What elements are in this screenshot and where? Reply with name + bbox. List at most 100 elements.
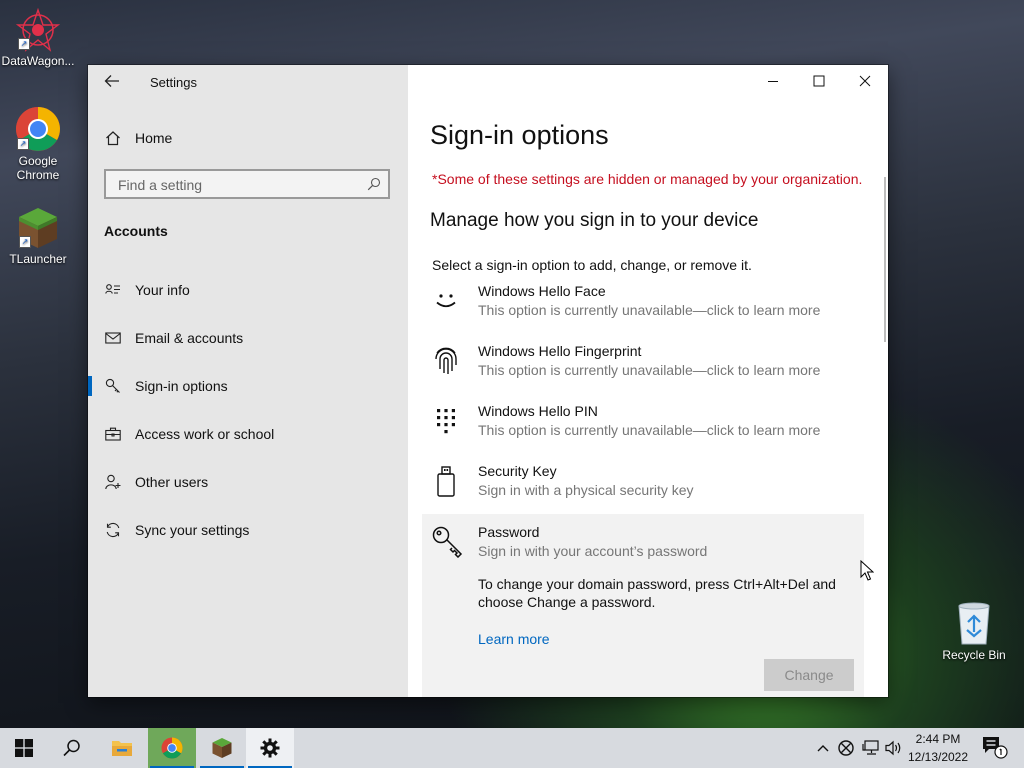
sidebar: Settings Home Accounts Your info Email	[88, 65, 408, 697]
sidebar-item-email-accounts[interactable]: Email & accounts	[88, 318, 408, 358]
signin-option-security-key[interactable]: Security Key Sign in with a physical sec…	[422, 459, 864, 517]
taskbar: 2:44 PM 12/13/2022	[0, 728, 1024, 768]
close-icon	[859, 75, 871, 87]
fingerprint-icon	[432, 345, 460, 377]
sync-icon	[105, 522, 121, 538]
shortcut-arrow-icon: ↗	[17, 138, 29, 150]
maximize-icon	[813, 75, 825, 87]
option-title: Windows Hello PIN	[478, 403, 598, 419]
signin-option-fingerprint[interactable]: Windows Hello Fingerprint This option is…	[422, 339, 864, 397]
page-title: Sign-in options	[430, 120, 609, 150]
sidebar-item-label: Your info	[135, 282, 190, 298]
volume-icon	[885, 740, 901, 756]
gear-icon	[260, 738, 280, 758]
desktop-icon-google-chrome[interactable]: ↗ Google Chrome	[0, 106, 76, 182]
search-icon	[367, 177, 381, 191]
desktop-icon-label: Recycle Bin	[942, 648, 1006, 662]
clock[interactable]: 2:44 PM 12/13/2022	[906, 730, 970, 766]
clock-time: 2:44 PM	[915, 732, 961, 746]
minimize-icon	[768, 81, 778, 82]
sidebar-item-label: Home	[135, 130, 173, 146]
desktop-icon-label: Google Chrome	[16, 154, 60, 182]
signin-option-pin[interactable]: Windows Hello PIN This option is current…	[422, 399, 864, 457]
desktop-icon-datawagon[interactable]: ↗ DataWagon...	[0, 7, 76, 68]
desktop-icon-recycle-bin[interactable]: Recycle Bin	[936, 602, 1012, 662]
change-password-button[interactable]: Change	[764, 659, 854, 691]
taskbar-settings[interactable]	[246, 728, 294, 768]
password-key-icon	[432, 526, 463, 559]
contact-card-icon	[105, 282, 121, 298]
signin-option-face[interactable]: Windows Hello Face This option is curren…	[422, 279, 864, 337]
signin-option-password[interactable]: Password Sign in with your account’s pas…	[422, 514, 864, 697]
sidebar-item-home[interactable]: Home	[88, 118, 408, 158]
mouse-cursor-icon	[860, 559, 875, 587]
sidebar-item-label: Sync your settings	[135, 522, 250, 538]
section-title: Accounts	[104, 223, 168, 239]
notifications-icon	[983, 737, 1008, 759]
sidebar-item-label: Access work or school	[135, 426, 275, 442]
option-title: Windows Hello Face	[478, 283, 606, 299]
key-icon	[105, 378, 121, 394]
main-content: Sign-in options *Some of these settings …	[408, 65, 888, 697]
shortcut-arrow-icon: ↗	[18, 38, 30, 50]
chevron-up-icon	[817, 745, 829, 752]
back-arrow-icon	[104, 75, 119, 87]
sidebar-item-label: Email & accounts	[135, 330, 244, 346]
close-button[interactable]	[842, 65, 888, 97]
maximize-button[interactable]	[796, 65, 842, 97]
tray-xbox[interactable]	[836, 728, 856, 768]
option-subtitle: Sign in with your account’s password	[478, 543, 708, 559]
recycle-bin-icon	[954, 602, 994, 646]
password-change-instructions: To change your domain password, press Ct…	[478, 576, 836, 610]
usb-key-icon	[432, 465, 460, 497]
search-input-container[interactable]	[104, 169, 390, 199]
home-icon	[105, 130, 121, 146]
sidebar-item-sign-in-options[interactable]: Sign-in options	[88, 366, 408, 406]
start-button[interactable]	[0, 728, 48, 768]
taskbar-chrome[interactable]	[148, 728, 196, 768]
search-button[interactable]	[48, 728, 96, 768]
person-add-icon	[105, 474, 121, 490]
file-explorer-icon	[112, 741, 132, 756]
back-button[interactable]	[104, 73, 120, 91]
network-icon	[862, 740, 879, 755]
scrollbar[interactable]	[884, 177, 886, 342]
windows-logo-icon	[15, 739, 33, 757]
option-subtitle: This option is currently unavailable—cli…	[478, 422, 821, 438]
sidebar-item-label: Sign-in options	[135, 378, 228, 394]
option-title: Windows Hello Fingerprint	[478, 343, 642, 359]
section-heading: Manage how you sign in to your device	[430, 210, 759, 231]
sidebar-item-other-users[interactable]: Other users	[88, 462, 408, 502]
clock-date: 12/13/2022	[907, 750, 969, 764]
option-subtitle: This option is currently unavailable—cli…	[478, 362, 821, 378]
learn-more-link[interactable]: Learn more	[478, 631, 550, 647]
desktop-icon-label: TLauncher	[9, 252, 67, 266]
tray-volume[interactable]	[884, 728, 906, 768]
instruction-text: Select a sign-in option to add, change, …	[432, 257, 752, 273]
tray-network[interactable]	[860, 728, 882, 768]
tray-overflow-chevron[interactable]	[813, 728, 833, 768]
shortcut-arrow-icon: ↗	[19, 236, 31, 248]
desktop-icon-tlauncher[interactable]: ↗ TLauncher	[0, 206, 76, 266]
xbox-icon	[838, 740, 854, 756]
action-center-button[interactable]	[978, 728, 1018, 768]
face-icon	[432, 285, 460, 317]
sidebar-item-sync-settings[interactable]: Sync your settings	[88, 510, 408, 550]
chrome-icon: ↗	[15, 106, 61, 152]
pin-keypad-icon	[432, 405, 460, 437]
sidebar-item-label: Other users	[135, 474, 209, 490]
search-input[interactable]	[116, 176, 360, 194]
option-title: Security Key	[478, 463, 557, 479]
app-title: Settings	[150, 75, 197, 90]
taskbar-tlauncher[interactable]	[198, 728, 246, 768]
managed-notice: *Some of these settings are hidden or ma…	[432, 171, 863, 187]
sidebar-item-access-work-school[interactable]: Access work or school	[88, 414, 408, 454]
taskbar-file-explorer[interactable]	[98, 728, 146, 768]
settings-window: Settings Home Accounts Your info Email	[88, 65, 888, 697]
search-icon	[63, 739, 80, 757]
desktop-icon-label: DataWagon...	[1, 54, 75, 68]
option-subtitle: Sign in with a physical security key	[478, 482, 694, 498]
grass-block-icon: ↗	[17, 206, 59, 250]
minimize-button[interactable]	[750, 65, 796, 97]
sidebar-item-your-info[interactable]: Your info	[88, 270, 408, 310]
